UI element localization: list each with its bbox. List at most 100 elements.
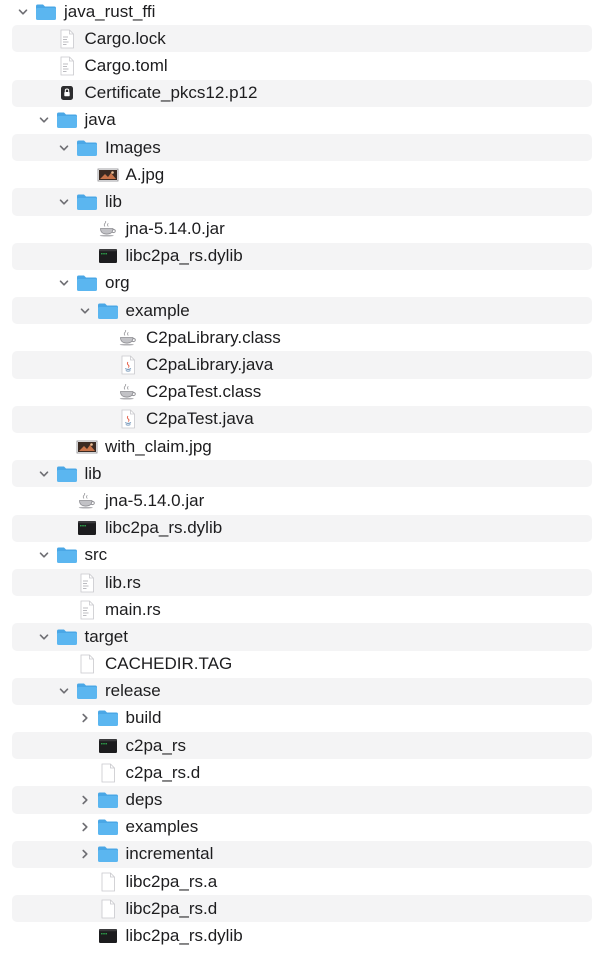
chevron-right-icon[interactable] <box>78 793 92 807</box>
chevron-down-icon[interactable] <box>78 304 92 318</box>
file-row[interactable]: with_claim.jpg <box>0 433 592 460</box>
item-name: Cargo.toml <box>84 55 168 75</box>
folder-row[interactable]: example <box>0 297 592 325</box>
folder-row[interactable]: java_rust_ffi <box>0 0 592 25</box>
item-name: java <box>84 110 116 130</box>
blank-file-icon <box>97 899 119 919</box>
folder-icon <box>56 545 78 565</box>
chevron-down-icon[interactable] <box>37 548 51 562</box>
file-row[interactable]: jna-5.14.0.jar <box>0 216 592 243</box>
file-row[interactable]: Cargo.lock <box>0 25 592 53</box>
item-name: lib <box>105 191 123 211</box>
item-name: deps <box>125 790 163 810</box>
chevron-down-icon[interactable] <box>16 5 30 19</box>
folder-icon <box>97 301 119 321</box>
java-cup-icon <box>117 328 139 348</box>
chevron-down-icon[interactable] <box>57 684 71 698</box>
chevron-right-icon[interactable] <box>78 847 92 861</box>
file-row[interactable]: c2pa_rs.d <box>0 759 592 786</box>
item-name: java_rust_ffi <box>64 1 156 21</box>
text-file-icon <box>76 600 98 620</box>
item-name: libc2pa_rs.dylib <box>105 518 223 538</box>
chevron-right-icon[interactable] <box>78 711 92 725</box>
chevron-down-icon[interactable] <box>57 276 71 290</box>
chevron-right-icon[interactable] <box>78 820 92 834</box>
blank-file-icon <box>97 763 119 783</box>
folder-icon <box>97 817 119 837</box>
file-row[interactable]: C2paLibrary.class <box>0 324 592 351</box>
file-row[interactable]: libc2pa_rs.a <box>0 868 592 895</box>
item-name: examples <box>125 817 199 837</box>
item-name: Cargo.lock <box>84 28 166 48</box>
item-name: libc2pa_rs.a <box>125 871 218 891</box>
chevron-down-icon[interactable] <box>37 113 51 127</box>
file-row[interactable]: C2paTest.java <box>0 405 592 434</box>
file-row[interactable]: CACHEDIR.TAG <box>0 651 592 678</box>
item-name: libc2pa_rs.d <box>125 898 218 918</box>
file-row[interactable]: jna-5.14.0.jar <box>0 487 592 514</box>
folder-row[interactable]: java <box>0 107 592 134</box>
folder-row[interactable]: release <box>0 677 592 706</box>
folder-icon <box>76 138 98 158</box>
item-name: C2paTest.class <box>146 382 262 402</box>
certificate-icon <box>56 83 78 103</box>
terminal-exec-icon <box>97 926 119 946</box>
file-row[interactable]: c2pa_rs <box>0 732 592 760</box>
folder-icon <box>35 2 57 22</box>
file-row[interactable]: C2paTest.class <box>0 379 592 406</box>
item-name: C2paTest.java <box>146 409 254 429</box>
file-row[interactable]: Cargo.toml <box>0 52 592 79</box>
image-file-icon <box>76 437 98 457</box>
terminal-exec-icon <box>97 736 119 756</box>
item-name: C2paLibrary.java <box>146 355 274 375</box>
blank-file-icon <box>97 872 119 892</box>
chevron-down-icon[interactable] <box>57 141 71 155</box>
folder-row[interactable]: org <box>0 270 592 297</box>
folder-row[interactable]: examples <box>0 814 592 841</box>
file-row[interactable]: Certificate_pkcs12.p12 <box>0 79 592 107</box>
folder-row[interactable]: target <box>0 623 592 651</box>
chevron-down-icon[interactable] <box>37 467 51 481</box>
file-row[interactable]: libc2pa_rs.dylib <box>0 242 592 271</box>
file-row[interactable]: A.jpg <box>0 161 592 188</box>
item-name: target <box>84 626 128 646</box>
blank-file-icon <box>76 654 98 674</box>
folder-row[interactable]: build <box>0 705 592 732</box>
chevron-down-icon[interactable] <box>57 195 71 209</box>
terminal-exec-icon <box>97 246 119 266</box>
item-name: jna-5.14.0.jar <box>105 490 205 510</box>
item-name: incremental <box>125 844 214 864</box>
folder-icon <box>76 273 98 293</box>
folder-icon <box>56 464 78 484</box>
folder-icon <box>76 192 98 212</box>
item-name: CACHEDIR.TAG <box>105 654 233 674</box>
file-row[interactable]: main.rs <box>0 596 592 623</box>
folder-row[interactable]: Images <box>0 133 592 162</box>
file-row[interactable]: libc2pa_rs.d <box>0 895 592 923</box>
folder-icon <box>97 708 119 728</box>
item-name: lib <box>84 463 102 483</box>
item-name: A.jpg <box>125 164 165 184</box>
text-file-icon <box>76 573 98 593</box>
folder-row[interactable]: incremental <box>0 840 592 869</box>
folder-icon <box>56 110 78 130</box>
file-row[interactable]: libc2pa_rs.dylib <box>0 514 592 542</box>
text-file-icon <box>56 56 78 76</box>
item-name: example <box>125 300 190 320</box>
item-name: Images <box>105 137 161 157</box>
item-name: with_claim.jpg <box>105 436 212 456</box>
file-tree: java_rust_ffi Cargo.lock Cargo.toml Certifi… <box>0 0 592 950</box>
file-row[interactable]: lib.rs <box>0 568 592 597</box>
item-name: c2pa_rs <box>125 735 186 755</box>
folder-row[interactable]: src <box>0 542 592 569</box>
folder-row[interactable]: lib <box>0 188 592 216</box>
item-name: jna-5.14.0.jar <box>125 219 225 239</box>
item-name: libc2pa_rs.dylib <box>125 925 243 945</box>
java-file-icon <box>117 409 139 429</box>
folder-icon <box>76 681 98 701</box>
folder-row[interactable]: deps <box>0 786 592 814</box>
file-row[interactable]: libc2pa_rs.dylib <box>0 922 592 949</box>
folder-row[interactable]: lib <box>0 460 592 488</box>
file-row[interactable]: C2paLibrary.java <box>0 351 592 379</box>
chevron-down-icon[interactable] <box>37 630 51 644</box>
